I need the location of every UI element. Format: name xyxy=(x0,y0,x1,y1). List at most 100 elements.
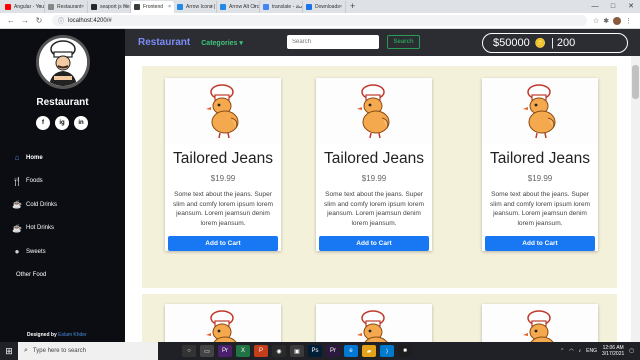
tab-close-icon[interactable]: × xyxy=(168,4,171,10)
facebook-icon[interactable]: f xyxy=(36,116,50,130)
sidebar-item-label: Foods xyxy=(26,178,43,185)
windows-taskbar: ⊞ ⌕ Type here to search ○ ▭ Pr X P ◉ ▣ P… xyxy=(0,342,640,360)
browser-tab[interactable]: Angular - YouTube× xyxy=(2,1,45,13)
tab-close-icon[interactable]: × xyxy=(81,4,84,10)
url-input[interactable]: ⓘ localhost:4200/# xyxy=(52,15,587,26)
new-tab-button[interactable]: + xyxy=(350,1,355,13)
volume-icon[interactable]: ♪ xyxy=(579,348,582,354)
extensions-icon[interactable]: ✱ xyxy=(603,17,609,25)
product-card: Tailored Jeans $19.99 Some text about the … xyxy=(165,78,281,252)
product-card xyxy=(165,304,281,342)
product-price: $19.99 xyxy=(527,174,553,183)
product-card: Tailored Jeans $19.99 Some text about the … xyxy=(316,78,432,252)
app-icon[interactable]: ■ xyxy=(398,345,412,357)
browser-tab[interactable]: translate - بحث Go× xyxy=(260,1,303,13)
minimize-icon[interactable]: — xyxy=(586,0,604,13)
tab-close-icon[interactable]: × xyxy=(38,4,41,10)
premiere-icon[interactable]: Pr xyxy=(218,345,232,357)
product-grid: Tailored Jeans $19.99 Some text about the … xyxy=(142,66,617,288)
scrollbar-thumb[interactable] xyxy=(632,65,639,99)
linkedin-icon[interactable]: in xyxy=(74,116,88,130)
navbar-brand[interactable]: Restaurant xyxy=(138,37,190,48)
product-image xyxy=(165,304,281,342)
clock[interactable]: 12:06 AM 3/17/2021 xyxy=(602,345,624,357)
categories-dropdown[interactable]: Categories ▾ xyxy=(201,39,243,47)
tab-favicon-icon xyxy=(48,4,54,10)
multitask-icon[interactable]: ▭ xyxy=(200,345,214,357)
tab-close-icon[interactable]: × xyxy=(339,4,342,10)
sidebar-item-other-food[interactable]: Other Food xyxy=(12,264,122,288)
points-value: | 200 xyxy=(550,37,576,49)
sidebar-menu: ⌂ Home 🍴 Foods ☕ Cold Drinks ☕ Hot Drinks ● Sweet… xyxy=(12,146,122,287)
add-to-cart-button[interactable]: Add to Cart xyxy=(485,236,595,252)
browser-tab[interactable]: Arrow Alt Circle Le× xyxy=(217,1,260,13)
taskbar-search[interactable]: ⌕ Type here to search xyxy=(18,342,158,360)
tab-close-icon[interactable]: × xyxy=(253,4,256,10)
search-button[interactable]: Search xyxy=(387,35,420,49)
browser-tab[interactable]: Restaurant × xyxy=(45,1,88,13)
scrollbar[interactable] xyxy=(631,56,640,342)
add-to-cart-button[interactable]: Add to Cart xyxy=(319,236,429,252)
edge-icon[interactable]: e xyxy=(344,345,358,357)
star-icon[interactable]: ☆ xyxy=(593,17,599,25)
sidebar-item-home[interactable]: ⌂ Home xyxy=(12,146,122,170)
chef-avatar xyxy=(36,35,90,89)
instagram-icon[interactable]: ig xyxy=(55,116,69,130)
profile-avatar[interactable] xyxy=(613,16,622,25)
sidebar-item-sweets[interactable]: ● Sweets xyxy=(12,240,122,264)
clock-date: 3/17/2021 xyxy=(602,351,625,357)
taskbar-apps: ○ ▭ Pr X P ◉ ▣ Ps Pr e ▰ ⟩ ■ xyxy=(182,345,412,357)
product-price: $19.99 xyxy=(361,174,387,183)
add-to-cart-button[interactable]: Add to Cart xyxy=(168,236,278,252)
powerpoint-icon[interactable]: P xyxy=(254,345,268,357)
main-content: Tailored Jeans $19.99 Some text about the … xyxy=(125,56,631,342)
task-view-icon[interactable]: ○ xyxy=(182,345,196,357)
vscode-icon[interactable]: ⟩ xyxy=(380,345,394,357)
url-text: localhost:4200/# xyxy=(68,17,112,24)
windows-start-icon[interactable]: ⊞ xyxy=(0,346,18,357)
reload-icon[interactable]: ↻ xyxy=(32,16,46,25)
premiere-pro-icon[interactable]: Pr xyxy=(326,345,340,357)
menu-dots-icon[interactable]: ⋮ xyxy=(625,17,632,25)
browser-tab[interactable]: Arrow Icons | Font× xyxy=(174,1,217,13)
designer-link[interactable]: Eslam Khder xyxy=(58,332,87,338)
maximize-icon[interactable]: □ xyxy=(604,0,622,13)
product-description: Some text about the jeans. Super slim an… xyxy=(489,191,591,227)
product-image xyxy=(316,78,432,144)
wifi-icon[interactable]: ◠ xyxy=(569,348,573,354)
forward-icon[interactable]: → xyxy=(18,16,32,25)
notifications-icon[interactable]: ▢ xyxy=(629,348,634,354)
browser-tab[interactable]: Frontend × xyxy=(131,1,174,13)
system-tray: ⌃ ◠ ♪ ENG 12:06 AM 3/17/2021 ▢ xyxy=(560,342,634,360)
search-input[interactable] xyxy=(287,35,379,49)
tab-favicon-icon xyxy=(91,4,97,10)
sidebar-item-label: Other Food xyxy=(16,272,47,279)
address-bar: ← → ↻ ⓘ localhost:4200/# ☆ ✱ ⋮ xyxy=(0,13,640,29)
sidebar-item-label: Cold Drinks xyxy=(26,201,58,208)
browser-tab[interactable]: seaport js files - bo× xyxy=(88,1,131,13)
close-window-icon[interactable]: ✕ xyxy=(622,0,640,13)
tab-close-icon[interactable]: × xyxy=(124,4,127,10)
chrome-icon[interactable]: ◉ xyxy=(272,345,286,357)
excel-icon[interactable]: X xyxy=(236,345,250,357)
coins-icon: 🪙 xyxy=(534,37,546,48)
tab-favicon-icon xyxy=(177,4,183,10)
explorer-icon[interactable]: ▰ xyxy=(362,345,376,357)
browser-tab[interactable]: Downloads × xyxy=(303,1,346,13)
info-icon[interactable]: ⓘ xyxy=(58,16,64,25)
tray-up-icon[interactable]: ⌃ xyxy=(560,348,564,354)
photoshop-icon[interactable]: Ps xyxy=(308,345,322,357)
tab-close-icon[interactable]: × xyxy=(296,4,299,10)
product-title: Tailored Jeans xyxy=(490,150,590,167)
language-indicator[interactable]: ENG xyxy=(586,348,597,354)
back-icon[interactable]: ← xyxy=(4,16,18,25)
sidebar-item-cold-drinks[interactable]: ☕ Cold Drinks xyxy=(12,193,122,217)
sidebar-item-hot-drinks[interactable]: ☕ Hot Drinks xyxy=(12,217,122,241)
top-navbar: Restaurant Categories ▾ Search $50000 🪙 … xyxy=(125,29,640,56)
product-description: Some text about the jeans. Super slim an… xyxy=(323,191,425,227)
tab-favicon-icon xyxy=(5,4,11,10)
tab-close-icon[interactable]: × xyxy=(210,4,213,10)
store-icon[interactable]: ▣ xyxy=(290,345,304,357)
cup-icon: ☕ xyxy=(12,200,22,210)
sidebar-item-foods[interactable]: 🍴 Foods xyxy=(12,170,122,194)
